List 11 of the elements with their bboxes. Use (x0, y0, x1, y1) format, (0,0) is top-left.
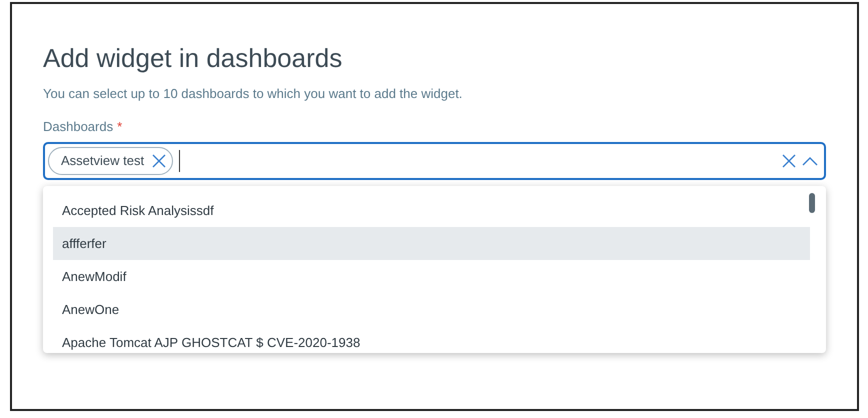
dropdown-option[interactable]: affferfer (53, 227, 810, 260)
chip-label: Assetview test (61, 152, 144, 170)
required-mark: * (117, 119, 122, 135)
chevron-up-icon[interactable] (802, 156, 818, 166)
field-label: Dashboards (43, 119, 114, 135)
dialog-description: You can select up to 10 dashboards to which you want to add the widget. (43, 86, 462, 102)
remove-icon[interactable] (152, 154, 166, 168)
dialog-title: Add widget in dashboards (43, 42, 342, 74)
clear-icon[interactable] (782, 154, 796, 168)
scrollbar-thumb[interactable] (809, 193, 815, 213)
dashboards-select[interactable]: Assetview test (43, 142, 826, 180)
